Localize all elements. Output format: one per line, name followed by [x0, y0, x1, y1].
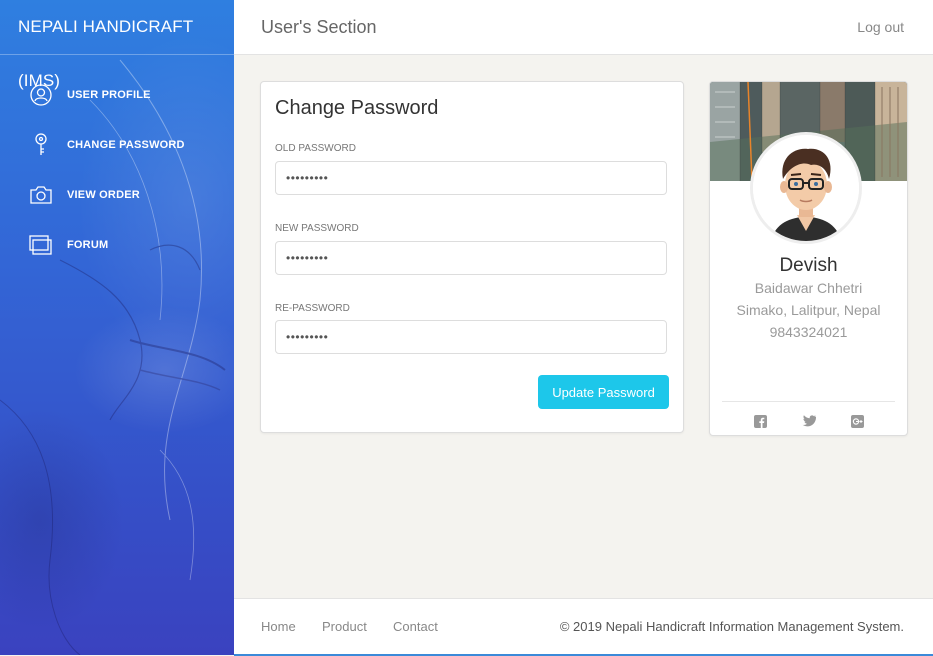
footer-link-product[interactable]: Product — [322, 619, 367, 634]
camera-icon — [29, 183, 52, 207]
sidebar-item-label: CHANGE PASSWORD — [67, 139, 185, 151]
old-password-field[interactable]: ••••••••• — [275, 161, 667, 195]
windows-icon — [29, 233, 52, 257]
profile-address: Simako, Lalitpur, Nepal — [736, 302, 881, 318]
key-icon — [29, 133, 52, 157]
sidebar-item-label: FORUM — [67, 239, 109, 251]
sidebar-item-forum[interactable]: FORUM — [0, 220, 234, 270]
top-navbar: User's Section Log out — [234, 0, 933, 55]
profile-name: Devish — [779, 255, 838, 276]
sidebar-item-user-profile[interactable]: USER PROFILE — [0, 70, 234, 120]
facebook-icon[interactable] — [753, 414, 767, 428]
sidebar-item-change-password[interactable]: CHANGE PASSWORD — [0, 120, 234, 170]
logout-link[interactable]: Log out — [857, 19, 904, 35]
profile-surname: Baidawar Chhetri — [754, 280, 863, 296]
profile-card: Devish Baidawar Chhetri Simako, Lalitpur… — [709, 81, 908, 436]
sidebar-item-label: USER PROFILE — [67, 89, 151, 101]
footer: Home Product Contact © 2019 Nepali Handi… — [234, 598, 933, 656]
divider — [722, 401, 895, 402]
change-password-card: Change Password OLD PASSWORD ••••••••• N… — [260, 81, 684, 433]
user-icon — [29, 83, 52, 107]
twitter-icon[interactable] — [802, 414, 816, 428]
brand-title[interactable]: NEPALI HANDICRAFT (IMS) — [0, 0, 234, 90]
update-password-button[interactable]: Update Password — [538, 375, 669, 409]
re-password-label: RE-PASSWORD — [275, 303, 350, 314]
sidebar-item-view-order[interactable]: VIEW ORDER — [0, 170, 234, 220]
re-password-field[interactable]: ••••••••• — [275, 320, 667, 354]
page-title: User's Section — [261, 17, 377, 37]
footer-link-home[interactable]: Home — [261, 619, 296, 634]
card-title: Change Password — [275, 97, 439, 119]
footer-link-contact[interactable]: Contact — [393, 619, 438, 634]
old-password-label: OLD PASSWORD — [275, 143, 356, 154]
google-plus-icon[interactable] — [850, 414, 864, 428]
sidebar: NEPALI HANDICRAFT (IMS) USER PROFILE CHA… — [0, 0, 234, 655]
sidebar-item-label: VIEW ORDER — [67, 189, 140, 201]
new-password-label: NEW PASSWORD — [275, 223, 359, 234]
sidebar-nav: USER PROFILE CHANGE PASSWORD VIEW ORDER … — [0, 70, 234, 270]
profile-phone: 9843324021 — [769, 324, 848, 340]
avatar — [750, 132, 862, 244]
copyright-text: © 2019 Nepali Handicraft Information Man… — [559, 619, 904, 634]
new-password-field[interactable]: ••••••••• — [275, 241, 667, 275]
